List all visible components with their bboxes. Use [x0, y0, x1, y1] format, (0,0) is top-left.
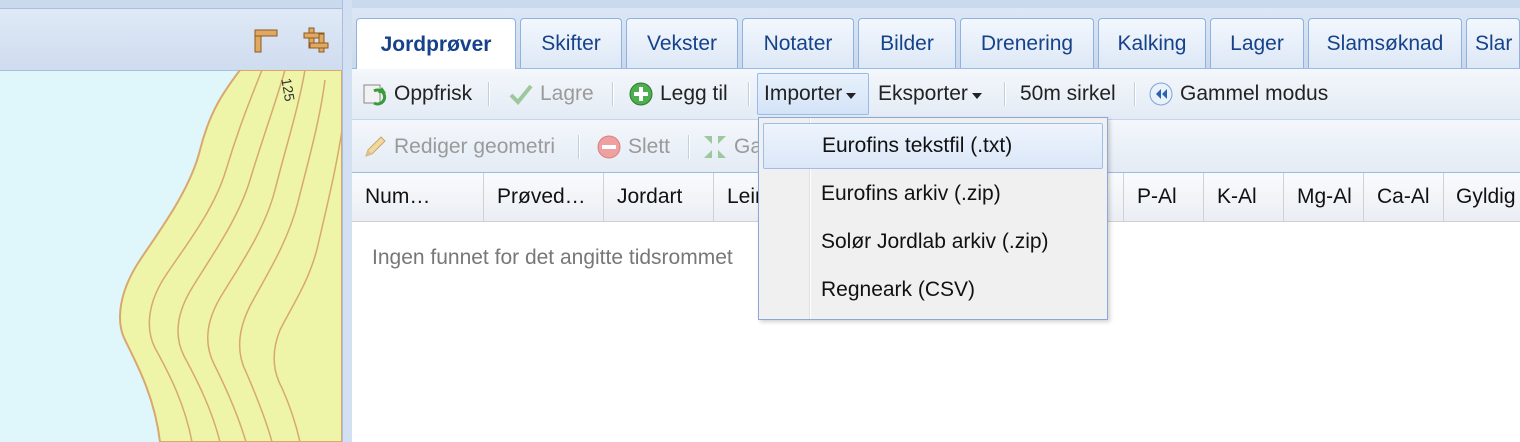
add-icon: [629, 82, 653, 106]
tab-notater[interactable]: Notater: [742, 18, 854, 68]
tab-strip: Jordprøver Skifter Vekster Notater Bilde…: [352, 8, 1520, 70]
save-button[interactable]: Lagre: [508, 69, 594, 119]
old-mode-label: Gammel modus: [1180, 82, 1329, 105]
column-header-k-al[interactable]: K-Al: [1204, 173, 1284, 221]
toolbar-separator: [488, 82, 490, 106]
tab-jordprover[interactable]: Jordprøver: [356, 18, 516, 70]
measure-tool-icon[interactable]: [252, 26, 280, 54]
menu-item-csv[interactable]: Regneark (CSV): [763, 267, 1103, 313]
tab-bilder[interactable]: Bilder: [858, 18, 956, 68]
delete-label: Slett: [628, 135, 671, 158]
delete-button[interactable]: Slett: [596, 122, 670, 172]
export-dropdown-button[interactable]: Eksporter: [878, 69, 982, 119]
add-button[interactable]: Legg til: [628, 69, 728, 119]
tab-vekster[interactable]: Vekster: [626, 18, 738, 68]
delete-icon: [597, 135, 621, 159]
refresh-icon: [363, 84, 387, 106]
import-dropdown-button[interactable]: Importer: [764, 69, 857, 119]
collapse-arrows-icon: [704, 136, 726, 158]
tab-overflow[interactable]: Slar: [1466, 18, 1520, 68]
column-header-mg-al[interactable]: Mg-Al: [1284, 173, 1364, 221]
chevron-down-icon: [846, 93, 857, 99]
toolbar-separator: [1004, 82, 1006, 106]
chevron-down-icon: [971, 93, 982, 99]
menu-item-eurofins-zip[interactable]: Eurofins arkiv (.zip): [763, 171, 1103, 217]
tab-kalking[interactable]: Kalking: [1098, 18, 1206, 68]
toolbar-separator: [688, 135, 690, 159]
edit-geometry-label: Rediger geometri: [394, 135, 556, 158]
tab-skifter[interactable]: Skifter: [520, 18, 622, 68]
tab-slamsoknad[interactable]: Slamsøknad: [1308, 18, 1462, 68]
toolbar-separator: [748, 82, 750, 106]
map-header: [0, 9, 342, 71]
rewind-icon: [1149, 82, 1173, 106]
export-label: Eksporter: [878, 82, 968, 105]
partial-hidden-button[interactable]: Ga: [702, 122, 762, 172]
circle-50m-button[interactable]: 50m sirkel: [1020, 69, 1116, 119]
circle-label: 50m sirkel: [1020, 82, 1116, 105]
column-header-soil-type[interactable]: Jordart: [604, 173, 714, 221]
map-panel[interactable]: 125: [0, 0, 342, 442]
tab-lager[interactable]: Lager: [1210, 18, 1304, 68]
menu-item-solor-zip[interactable]: Solør Jordlab arkiv (.zip): [763, 219, 1103, 265]
pencil-icon: [365, 136, 386, 157]
empty-grid-message: Ingen funnet for det angitte tidsrommet: [372, 246, 733, 269]
toolbar-separator: [1134, 82, 1136, 106]
refresh-label: Oppfrisk: [394, 82, 473, 105]
toolbar-separator: [612, 82, 614, 106]
toolbar-separator: [578, 135, 580, 159]
edit-geometry-button[interactable]: Rediger geometri: [362, 122, 555, 172]
map-top-bar: [0, 0, 342, 9]
column-header-ca-al[interactable]: Ca-Al: [1364, 173, 1444, 221]
import-dropdown-menu: Eurofins tekstfil (.txt) Eurofins arkiv …: [758, 117, 1108, 320]
crop-tool-icon[interactable]: [302, 26, 330, 54]
column-header-number[interactable]: Num…: [352, 173, 484, 221]
main-toolbar: Oppfrisk Lagre Legg til Importer Eksport…: [352, 69, 1520, 120]
column-header-valid[interactable]: Gyldig: [1444, 173, 1520, 221]
tab-drenering[interactable]: Drenering: [960, 18, 1094, 68]
add-label: Legg til: [660, 82, 728, 105]
refresh-button[interactable]: Oppfrisk: [362, 69, 472, 119]
save-label: Lagre: [540, 82, 594, 105]
detail-top-bar: [352, 0, 1520, 8]
column-header-sample-date[interactable]: Prøved…: [484, 173, 604, 221]
old-mode-button[interactable]: Gammel modus: [1148, 69, 1328, 119]
topographic-map[interactable]: 125: [0, 70, 342, 442]
checkmark-icon: [509, 84, 533, 105]
menu-item-eurofins-txt[interactable]: Eurofins tekstfil (.txt): [763, 123, 1103, 169]
import-label: Importer: [764, 82, 843, 105]
column-header-p-al[interactable]: P-Al: [1124, 173, 1204, 221]
